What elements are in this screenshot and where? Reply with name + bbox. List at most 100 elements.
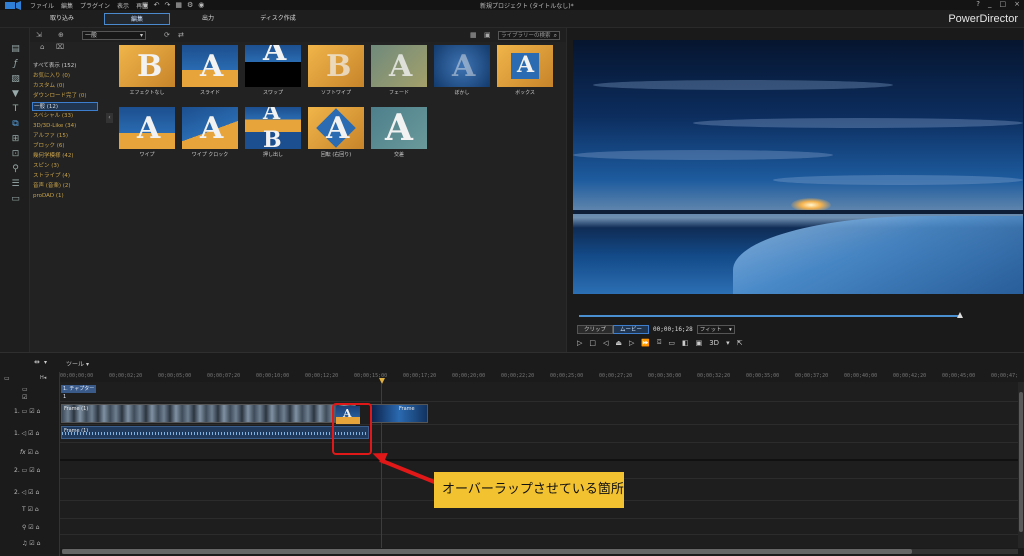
transition-thumb-wipe[interactable]: A	[119, 107, 175, 149]
maximize-button[interactable]: □	[1000, 0, 1007, 8]
zoom-fit-select[interactable]: フィット ▾	[696, 324, 735, 334]
playhead-handle[interactable]	[379, 378, 385, 384]
minimize-button[interactable]: _	[988, 0, 992, 8]
chevron-down-icon[interactable]: ▾	[726, 339, 730, 347]
effect-room-icon[interactable]: ƒ	[10, 59, 21, 70]
close-button[interactable]: ×	[1014, 0, 1020, 8]
import-icon[interactable]: ⇲	[36, 31, 42, 39]
prev-frame-icon[interactable]: ◁	[603, 339, 608, 347]
refresh-icon[interactable]: ⟳	[164, 31, 170, 39]
transition-thumb-rotate[interactable]: A	[308, 107, 364, 149]
undock-icon[interactable]: ▣	[696, 339, 703, 347]
category-item[interactable]: ダウンロード完了 (0)	[33, 92, 87, 101]
tab-edit[interactable]: 編集	[104, 13, 170, 25]
pip-room-icon[interactable]: ▨	[10, 74, 21, 85]
list-view-icon[interactable]: ▣	[484, 31, 491, 39]
video-clip[interactable]: Frame	[370, 404, 428, 423]
category-item[interactable]: proDAD (1)	[33, 192, 64, 201]
category-item[interactable]: 幾何学模様 (42)	[33, 152, 74, 161]
category-item[interactable]: スペシャル (33)	[33, 112, 73, 121]
snapshot-icon[interactable]: ⌼	[657, 338, 661, 347]
timeline-ruler[interactable]: 00;00;00;00 00;00;02;20 00;00;05;00 00;0…	[60, 372, 1024, 382]
transition-thumb-box[interactable]: A	[497, 45, 553, 87]
display-icon[interactable]: ▭	[668, 339, 675, 347]
transition-thumb-slide[interactable]: A	[182, 45, 238, 87]
settings-icon[interactable]: ⚙	[187, 1, 193, 9]
media-room-icon[interactable]: ▤	[10, 44, 21, 55]
undo-icon[interactable]: ↶	[154, 1, 160, 9]
chapter-room-icon[interactable]: ⚲	[10, 164, 21, 175]
transition-thumb-softwipe[interactable]: B	[308, 45, 364, 87]
grid-icon[interactable]: ▦	[175, 1, 182, 9]
category-dropdown[interactable]: 一般 ▾	[82, 31, 146, 40]
voiceover-icon[interactable]: ⊡	[10, 149, 21, 160]
tab-disc[interactable]: ディスク作成	[250, 13, 306, 25]
grid-view-icon[interactable]: ▦	[470, 31, 477, 39]
category-item-selected[interactable]: 一般 (12)	[32, 102, 98, 111]
category-item[interactable]: ブロック (6)	[33, 142, 65, 151]
category-item[interactable]: 音声 (音楽) (2)	[33, 182, 71, 191]
transition-thumb-none[interactable]: B	[119, 45, 175, 87]
transition-thumb-push[interactable]: AB	[245, 107, 301, 149]
audio-clip[interactable]: Frame (1)	[61, 426, 369, 439]
save-icon[interactable]: ▣	[142, 1, 149, 9]
menu-view[interactable]: 表示	[117, 1, 129, 10]
category-item[interactable]: すべて表示 (152)	[33, 62, 76, 71]
menu-file[interactable]: ファイル	[30, 1, 54, 10]
download-icon[interactable]: ⊕	[58, 31, 64, 39]
chapter-lock-icon[interactable]: ☑	[22, 394, 27, 401]
chevron-down-icon[interactable]: ▾	[44, 359, 47, 366]
tag-icon[interactable]: ⌂	[40, 43, 44, 51]
video-clip[interactable]: Frame (1)	[61, 404, 356, 423]
transition-thumb-blur[interactable]: A	[434, 45, 490, 87]
mode-3d-toggle[interactable]: 3D	[709, 339, 719, 347]
play-icon[interactable]: ▷	[577, 339, 582, 347]
library-search-input[interactable]: ライブラリーの検索 ⌕	[498, 31, 560, 40]
transition-thumb-wipe-clock[interactable]: A	[182, 107, 238, 149]
title-room-icon[interactable]: T	[10, 104, 21, 115]
split-icon[interactable]: ⏏	[615, 339, 622, 347]
subtitle-room-icon[interactable]: ☰	[10, 179, 21, 190]
tab-produce[interactable]: 出力	[186, 13, 230, 25]
sync-icon[interactable]: ⇄	[178, 31, 184, 39]
caption-room-icon[interactable]: ▭	[10, 194, 21, 205]
stop-icon[interactable]: □	[589, 339, 596, 347]
timecode-display[interactable]: 00;00;16;28	[653, 326, 693, 333]
category-item[interactable]: ストライプ (4)	[33, 172, 70, 181]
menu-edit[interactable]: 編集	[61, 1, 73, 10]
chapter-marker[interactable]: 1. チャプター 1	[61, 385, 96, 400]
timeline-fit-icon[interactable]: H◂	[40, 375, 46, 381]
category-item[interactable]: 3D/3D-Like (34)	[33, 122, 76, 131]
transition-thumb-fade[interactable]: A	[371, 45, 427, 87]
tab-capture[interactable]: 取り込み	[40, 13, 84, 25]
external-window-icon[interactable]: ⇱	[737, 339, 743, 347]
track-view-icon[interactable]: ▭	[4, 375, 10, 382]
timeline-vertical-scrollbar[interactable]	[1018, 382, 1024, 548]
category-item[interactable]: カスタム (0)	[33, 82, 65, 91]
category-item[interactable]: スピン (3)	[33, 162, 59, 171]
fast-forward-icon[interactable]: ⏩	[641, 339, 650, 347]
scrubber-handle[interactable]	[957, 312, 963, 318]
transition-thumb-cross[interactable]: A	[371, 107, 427, 149]
category-item[interactable]: お気に入り (0)	[33, 72, 70, 81]
menu-plugins[interactable]: プラグイン	[80, 1, 110, 10]
tools-menu[interactable]: ツール ▾	[66, 359, 89, 368]
cyberlink-icon[interactable]: ◉	[198, 1, 204, 9]
next-frame-icon[interactable]: ▷	[629, 339, 634, 347]
collapse-panel-button[interactable]: ‹	[106, 113, 113, 123]
snap-icon[interactable]: ⇹	[34, 358, 40, 366]
search-icon[interactable]: ⌕	[554, 32, 557, 40]
transition-room-icon[interactable]: ⧉	[10, 119, 21, 130]
particle-room-icon[interactable]: ▼	[10, 89, 21, 100]
tag-remove-icon[interactable]: ⌧	[56, 43, 64, 51]
help-button[interactable]: ?	[976, 0, 980, 8]
preview-scrubber[interactable]	[579, 315, 959, 317]
movie-mode-tab[interactable]: ムービー	[613, 324, 650, 334]
redo-icon[interactable]: ↷	[165, 1, 171, 9]
category-item[interactable]: アルファ (15)	[33, 132, 68, 141]
volume-icon[interactable]: ◧	[682, 339, 689, 347]
timeline-horizontal-scrollbar[interactable]	[62, 549, 1018, 554]
audio-mixing-icon[interactable]: ⊞	[10, 134, 21, 145]
clip-mode-tab[interactable]: クリップ	[577, 324, 614, 334]
transition-thumb-swap[interactable]: A	[245, 45, 301, 87]
